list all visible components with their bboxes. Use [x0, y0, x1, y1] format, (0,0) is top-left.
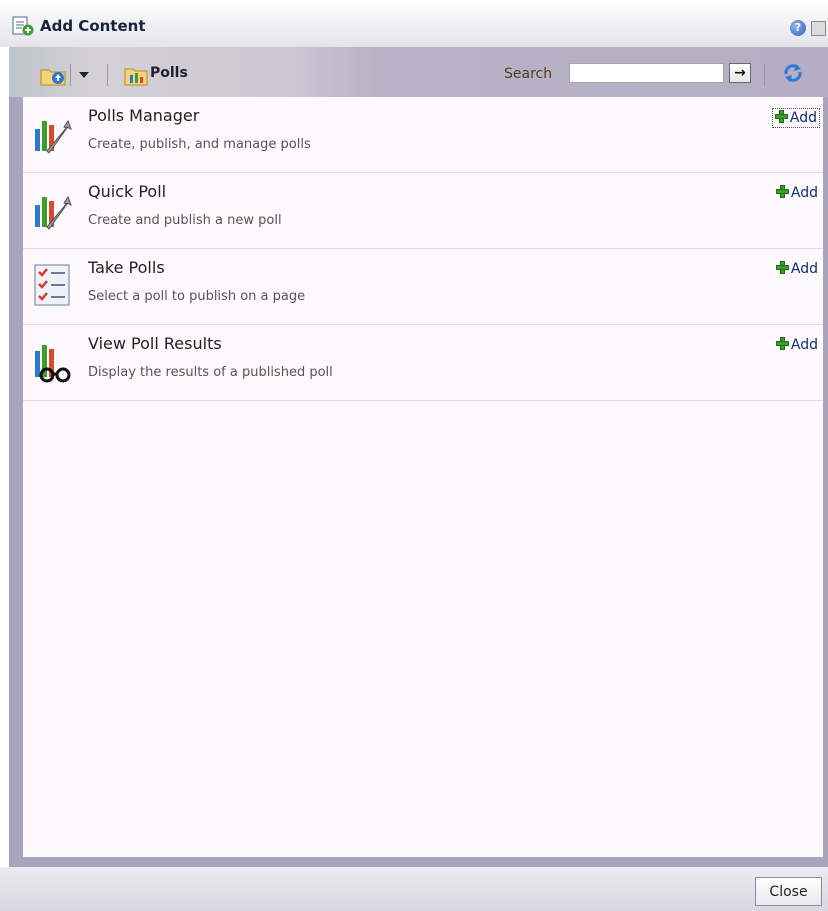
item-title: Take Polls — [88, 258, 165, 277]
plus-icon — [775, 261, 789, 274]
close-button[interactable]: Close — [755, 877, 822, 906]
item-title: Polls Manager — [88, 106, 200, 125]
add-button[interactable]: Add — [771, 108, 820, 128]
polls-manager-icon — [35, 119, 72, 154]
add-label: Add — [789, 110, 817, 126]
close-x-icon[interactable] — [811, 21, 826, 36]
add-button[interactable]: Add — [774, 336, 820, 354]
list-item: View Poll Results Display the results of… — [23, 325, 823, 401]
chevron-down-icon[interactable] — [78, 71, 90, 79]
list-item: Take Polls Select a poll to publish on a… — [23, 249, 823, 325]
dialog-footer — [0, 867, 828, 911]
toolbar-separator — [764, 64, 765, 86]
refresh-icon[interactable] — [781, 61, 805, 85]
toolbar-separator — [107, 64, 108, 86]
add-button[interactable]: Add — [774, 184, 820, 202]
item-description: Display the results of a published poll — [88, 365, 333, 380]
polls-folder-icon — [124, 68, 148, 86]
plus-icon — [775, 337, 789, 350]
add-button[interactable]: Add — [774, 260, 820, 278]
add-label: Add — [790, 185, 818, 201]
dialog-title: Add Content — [40, 17, 146, 35]
add-label: Add — [790, 261, 818, 277]
list-item: Polls Manager Create, publish, and manag… — [23, 97, 823, 173]
toolbar-separator — [70, 64, 71, 86]
help-icon[interactable]: ? — [790, 20, 806, 36]
search-input[interactable] — [569, 63, 724, 83]
add-label: Add — [790, 337, 818, 353]
search-label: Search — [504, 66, 553, 82]
list-item: Quick Poll Create and publish a new poll… — [23, 173, 823, 249]
plus-icon — [774, 110, 788, 123]
view-results-icon — [35, 345, 71, 383]
plus-icon — [775, 185, 789, 198]
add-content-icon — [12, 16, 34, 36]
folder-up-icon[interactable] — [40, 66, 68, 86]
current-folder-label[interactable]: Polls — [150, 65, 188, 81]
item-description: Create and publish a new poll — [88, 213, 282, 228]
item-title: Quick Poll — [88, 182, 167, 201]
search-go-button[interactable]: → — [729, 63, 751, 83]
quick-poll-icon — [35, 195, 72, 230]
item-title: View Poll Results — [88, 334, 222, 353]
item-description: Create, publish, and manage polls — [88, 137, 311, 152]
take-polls-icon — [34, 264, 70, 306]
item-description: Select a poll to publish on a page — [88, 289, 306, 304]
